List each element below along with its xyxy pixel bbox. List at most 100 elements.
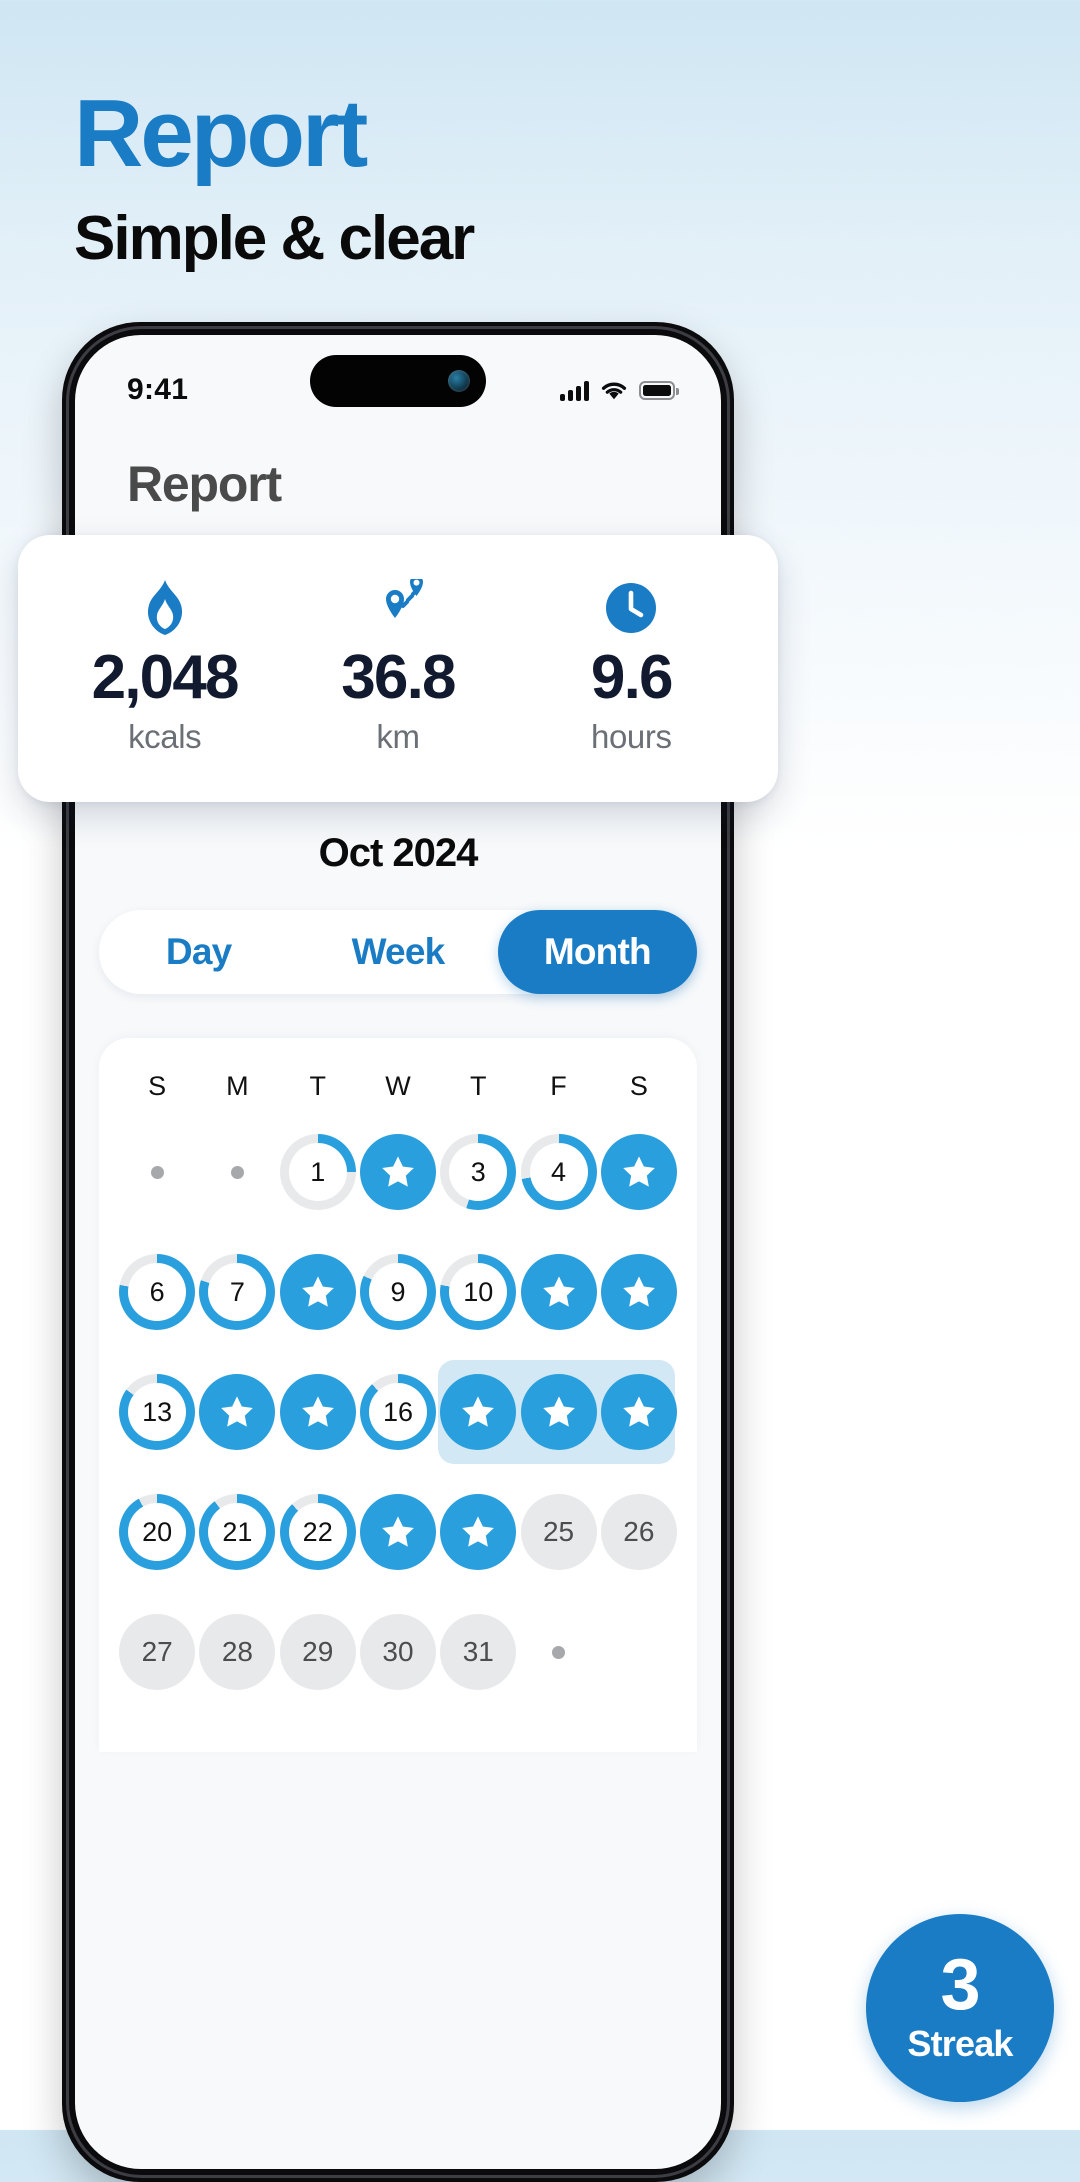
calendar-cell[interactable]: 4 [518, 1112, 598, 1232]
calendar-day-complete[interactable] [600, 1374, 677, 1450]
calendar-day-progress[interactable]: 10 [440, 1254, 517, 1330]
stat-value-duration: 9.6 [590, 643, 674, 712]
calendar-day-complete[interactable] [279, 1254, 356, 1330]
calendar-day-inactive[interactable]: 25 [520, 1494, 597, 1570]
calendar-cell[interactable]: 27 [117, 1592, 197, 1712]
calendar-cell[interactable]: 3 [438, 1112, 518, 1232]
tab-week[interactable]: Week [298, 910, 497, 994]
calendar-cell[interactable]: 25 [518, 1472, 598, 1592]
calendar-day-number: 9 [368, 1263, 427, 1321]
calendar-day-complete[interactable] [440, 1374, 517, 1450]
calendar-cell[interactable]: 30 [358, 1592, 438, 1712]
calendar-cell[interactable] [358, 1112, 438, 1232]
status-bar-time: 9:41 [127, 373, 189, 406]
calendar-cell[interactable]: 1 [278, 1112, 358, 1232]
streak-badge: 3 Streak [866, 1914, 1054, 2102]
star-icon [539, 1392, 579, 1432]
calendar-cell[interactable]: 9 [358, 1232, 438, 1352]
calendar-day-progress[interactable]: 1 [279, 1134, 356, 1210]
calendar-day-inactive[interactable]: 27 [119, 1614, 196, 1690]
calendar-day-progress[interactable]: 22 [279, 1494, 356, 1570]
calendar-cell[interactable]: 22 [278, 1472, 358, 1592]
stat-kcals: 2,048 kcals [48, 579, 281, 756]
calendar-day-inactive[interactable]: 31 [440, 1614, 517, 1690]
calendar-day-progress[interactable]: 16 [359, 1374, 436, 1450]
calendar-day-complete[interactable] [520, 1374, 597, 1450]
calendar-week-row: 6 7 9 10 [117, 1232, 679, 1352]
calendar-cell[interactable]: 6 [117, 1232, 197, 1352]
calendar-cell[interactable]: 21 [197, 1472, 277, 1592]
calendar-day-progress[interactable]: 9 [359, 1254, 436, 1330]
calendar-cell[interactable] [599, 1232, 679, 1352]
calendar-day-complete[interactable] [440, 1494, 517, 1570]
calendar-cell[interactable]: 13 [117, 1352, 197, 1472]
calendar-day-progress[interactable]: 7 [199, 1254, 276, 1330]
calendar-day-progress[interactable]: 13 [119, 1374, 196, 1450]
calendar-day-number: 6 [128, 1263, 187, 1321]
calendar-cell[interactable]: 29 [278, 1592, 358, 1712]
stat-label-kcals: kcals [128, 718, 202, 756]
calendar-cell[interactable]: 20 [117, 1472, 197, 1592]
calendar-day-progress[interactable]: 20 [119, 1494, 196, 1570]
calendar-day-complete[interactable] [600, 1134, 677, 1210]
calendar-cell[interactable] [518, 1232, 598, 1352]
calendar-cell[interactable]: 10 [438, 1232, 518, 1352]
star-icon [378, 1512, 418, 1552]
calendar-cell[interactable] [197, 1112, 277, 1232]
month-section: Oct 2024 Day Week Month [75, 831, 721, 994]
calendar-cell[interactable] [438, 1472, 518, 1592]
calendar-cell[interactable] [438, 1352, 518, 1472]
calendar-day-progress[interactable]: 3 [440, 1134, 517, 1210]
tab-day[interactable]: Day [99, 910, 298, 994]
calendar-week-row: 27 28 29 30 31 [117, 1592, 679, 1712]
tab-month[interactable]: Month [497, 910, 697, 994]
calendar-cell[interactable] [518, 1592, 598, 1712]
calendar-weekday-4: T [470, 1070, 487, 1101]
promo-headline: Report [74, 80, 368, 187]
wifi-icon [601, 382, 627, 399]
calendar-day-progress[interactable]: 4 [520, 1134, 597, 1210]
calendar-cell [599, 1592, 679, 1712]
calendar-cell[interactable]: 26 [599, 1472, 679, 1592]
star-icon [619, 1272, 659, 1312]
calendar-cell[interactable]: 31 [438, 1592, 518, 1712]
calendar-day-inactive[interactable]: 28 [199, 1614, 276, 1690]
period-segmented-control[interactable]: Day Week Month [99, 910, 697, 994]
star-icon [619, 1152, 659, 1192]
calendar-day-number: 7 [208, 1263, 267, 1321]
calendar-cell[interactable]: 7 [197, 1232, 277, 1352]
calendar-weekday-1: M [226, 1070, 249, 1101]
calendar-cell[interactable] [278, 1232, 358, 1352]
calendar-day-inactive[interactable]: 26 [600, 1494, 677, 1570]
calendar-weekday-5: F [550, 1070, 567, 1101]
star-icon [539, 1272, 579, 1312]
calendar-grid: 1 3 4 6 7 9 10 13 16 20 21 22 25 26 27 28 29 30 31 [117, 1112, 679, 1712]
calendar-day-complete[interactable] [279, 1374, 356, 1450]
calendar-day-complete[interactable] [199, 1374, 276, 1450]
month-label: Oct 2024 [318, 831, 479, 875]
stat-distance: 36.8 km [281, 579, 514, 756]
calendar-cell[interactable] [518, 1352, 598, 1472]
promo-subheadline: Simple & clear [74, 204, 475, 273]
calendar-cell[interactable] [278, 1352, 358, 1472]
calendar-cell[interactable] [358, 1472, 438, 1592]
clock-icon [605, 579, 657, 637]
calendar-day-complete[interactable] [359, 1494, 436, 1570]
calendar-day-complete[interactable] [600, 1254, 677, 1330]
calendar-cell[interactable]: 28 [197, 1592, 277, 1712]
calendar-day-complete[interactable] [520, 1254, 597, 1330]
dynamic-island [310, 355, 486, 407]
calendar-cell[interactable] [599, 1352, 679, 1472]
calendar-day-inactive[interactable]: 29 [279, 1614, 356, 1690]
calendar-day-progress[interactable]: 21 [199, 1494, 276, 1570]
calendar-day-inactive[interactable]: 30 [359, 1614, 436, 1690]
calendar-cell[interactable]: 16 [358, 1352, 438, 1472]
calendar-cell[interactable] [197, 1352, 277, 1472]
stat-value-distance: 36.8 [341, 643, 456, 712]
calendar-cell[interactable] [599, 1112, 679, 1232]
route-pin-icon [370, 579, 426, 637]
calendar-cell[interactable] [117, 1112, 197, 1232]
calendar-day-complete[interactable] [359, 1134, 436, 1210]
calendar-day-progress[interactable]: 6 [119, 1254, 196, 1330]
calendar-week-row: 13 16 [117, 1352, 679, 1472]
